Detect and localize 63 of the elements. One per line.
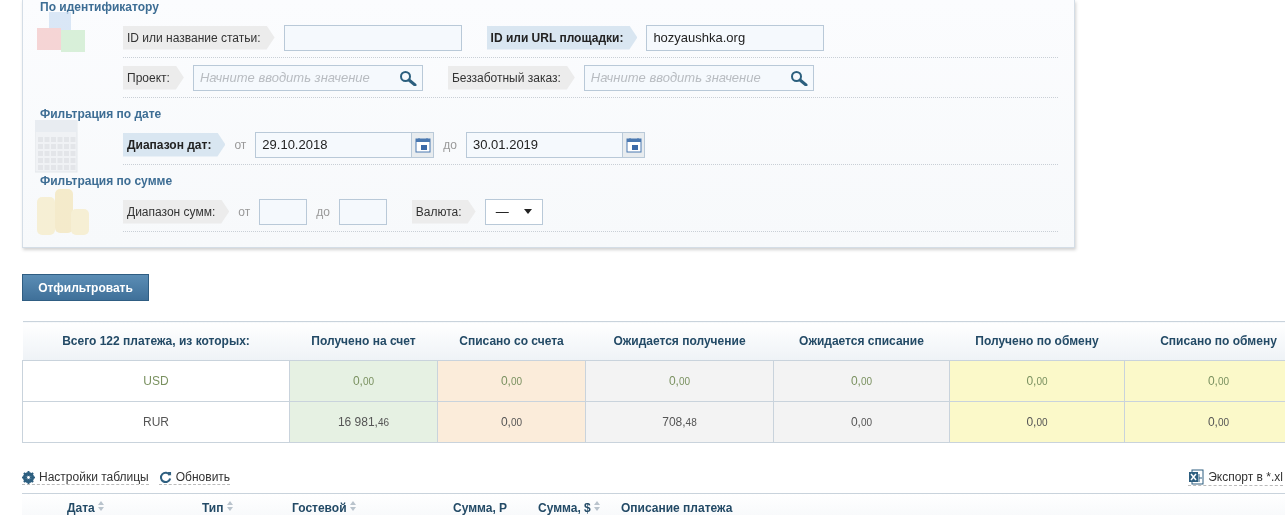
from-label: от (234, 137, 247, 152)
column-header: Всего 122 платежа, из которых: (22, 321, 290, 361)
column-header: Ожидается списание (773, 321, 950, 361)
field-label: Диапазон сумм: (123, 199, 230, 224)
amount-cell: 0,00 (289, 360, 438, 402)
column-header[interactable]: Описание платежа (621, 501, 733, 515)
section-title: Фильтрация по дате (39, 107, 163, 122)
amount-cell: 0,00 (949, 360, 1125, 402)
column-header[interactable]: Дата (67, 501, 95, 515)
field-label: Проект: (123, 65, 184, 90)
amount-cell: 0,00 (437, 401, 586, 443)
to-label: до (443, 137, 457, 152)
date-field[interactable]: 29.10.2018 (255, 131, 413, 158)
caret-icon (523, 209, 532, 214)
search-field[interactable]: Начните вводить значение (192, 64, 423, 91)
amount-cell: 0,00 (773, 360, 950, 402)
table-settings-link[interactable]: Настройки таблицы (22, 470, 149, 485)
amount-field[interactable] (338, 198, 387, 225)
search-field[interactable]: Начните вводить значение (583, 64, 814, 91)
currency-cell: USD (22, 360, 290, 402)
currency-dropdown[interactable]: — (484, 198, 543, 225)
currency-cell: RUR (22, 401, 290, 443)
column-header: Получено по обмену (949, 321, 1125, 361)
amount-cell: 0,00 (773, 401, 950, 443)
section-title: По идентификатору (39, 0, 160, 15)
to-label: до (316, 204, 330, 219)
field-label: Валюта: (411, 199, 476, 224)
amount-cell: 16 981,46 (289, 401, 438, 443)
amount-cell: 0,00 (949, 401, 1125, 443)
section-title: Фильтрация по сумме (39, 174, 174, 189)
coins-icon (35, 187, 91, 237)
gear-icon[interactable] (22, 470, 35, 484)
search-icon[interactable] (398, 69, 417, 86)
spreadsheet-icon[interactable] (1188, 469, 1205, 485)
column-header[interactable]: Тип (202, 501, 224, 515)
refresh-icon[interactable] (158, 470, 172, 484)
amount-cell: 708,48 (585, 401, 774, 443)
calendar-button[interactable] (412, 131, 435, 158)
amount-cell: 0,00 (1124, 360, 1285, 402)
column-header: Ожидается получение (585, 321, 774, 361)
field-label: ID или название статьи: (123, 25, 275, 50)
column-header: Списано по обмену (1124, 321, 1285, 361)
filter-button[interactable]: Отфильтровать (22, 274, 149, 301)
text-field[interactable]: hozyaushka.org (646, 24, 825, 51)
column-header[interactable]: Сумма, $ (538, 501, 591, 515)
from-label: от (238, 204, 251, 219)
search-icon[interactable] (789, 69, 808, 86)
export-link[interactable]: Экспорт в *.xl (1188, 469, 1283, 486)
amount-cell: 0,00 (585, 360, 774, 402)
amount-cell: 0,00 (437, 360, 586, 402)
column-header: Получено на счет (289, 321, 438, 361)
field-label: Диапазон дат: (123, 132, 226, 157)
amount-field[interactable] (259, 198, 308, 225)
refresh-link[interactable]: Обновить (158, 470, 231, 485)
amount-cell: 0,00 (1124, 401, 1285, 443)
column-header: Списано со счета (437, 321, 586, 361)
date-field[interactable]: 30.01.2019 (466, 131, 623, 158)
column-header[interactable]: Гостевой (292, 501, 347, 515)
field-label: ID или URL площадки: (486, 25, 638, 50)
column-header[interactable]: Сумма, Р (453, 501, 508, 515)
field-label: Беззаботный заказ: (447, 65, 575, 90)
text-field[interactable] (283, 24, 462, 51)
calendar-button[interactable] (623, 131, 645, 158)
